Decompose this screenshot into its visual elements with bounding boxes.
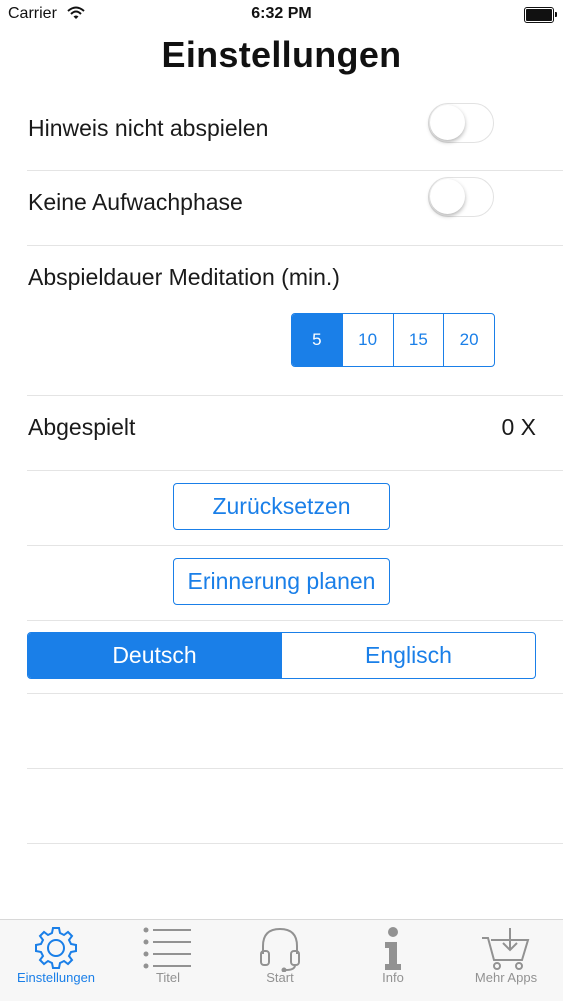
reminder-button[interactable]: Erinnerung planen xyxy=(173,558,390,605)
setting-label: Abspieldauer Meditation (min.) xyxy=(28,264,340,290)
setting-row-duration: Abspieldauer Meditation (min.) 5 10 15 2… xyxy=(27,245,563,396)
battery-icon xyxy=(524,7,557,23)
tab-label: Info xyxy=(382,970,404,985)
tab-titel[interactable]: Titel xyxy=(112,920,224,1001)
setting-label: Abgespielt xyxy=(28,414,136,440)
setting-label: Hinweis nicht abspielen xyxy=(28,115,269,141)
tab-label: Titel xyxy=(155,970,181,985)
setting-row-played: Abgespielt 0 X xyxy=(27,395,563,471)
language-option-englisch[interactable]: Englisch xyxy=(282,633,535,678)
duration-segmented-control: 5 10 15 20 xyxy=(291,313,495,367)
info-icon xyxy=(337,924,449,972)
toggle-aufwachphase[interactable] xyxy=(428,177,494,217)
empty-row xyxy=(27,768,563,844)
clock: 6:32 PM xyxy=(251,5,312,22)
tab-label: Start xyxy=(266,970,294,985)
duration-option-15[interactable]: 15 xyxy=(394,314,445,366)
tab-label: Einstellungen xyxy=(16,970,96,985)
status-bar: Carrier 6:32 PM xyxy=(0,0,563,30)
cart-icon xyxy=(450,924,562,972)
setting-label: Keine Aufwachphase xyxy=(28,189,243,215)
tab-start[interactable]: Start xyxy=(224,920,336,1001)
page-title: Einstellungen xyxy=(161,34,402,75)
tab-mehr-apps[interactable]: Mehr Apps xyxy=(450,920,562,1001)
tab-label: Mehr Apps xyxy=(474,970,538,985)
tab-info[interactable]: Info xyxy=(337,920,449,1001)
language-option-deutsch[interactable]: Deutsch xyxy=(28,633,282,678)
gear-icon xyxy=(0,924,112,972)
empty-row xyxy=(27,693,563,769)
setting-row-aufwachphase: Keine Aufwachphase xyxy=(27,170,563,246)
duration-option-5[interactable]: 5 xyxy=(292,314,343,366)
duration-option-20[interactable]: 20 xyxy=(444,314,494,366)
list-icon xyxy=(112,924,224,972)
played-count: 0 X xyxy=(501,414,536,440)
setting-row-hinweis: Hinweis nicht abspielen xyxy=(27,95,563,171)
toggle-hinweis[interactable] xyxy=(428,103,494,143)
reset-button[interactable]: Zurücksetzen xyxy=(173,483,390,530)
tab-einstellungen[interactable]: Einstellungen xyxy=(0,920,112,1001)
duration-option-10[interactable]: 10 xyxy=(343,314,394,366)
tab-bar: Einstellungen Titel Start Info Mehr Apps xyxy=(0,919,563,1001)
headphones-icon xyxy=(224,924,336,972)
language-segmented-control: Deutsch Englisch xyxy=(27,632,536,679)
